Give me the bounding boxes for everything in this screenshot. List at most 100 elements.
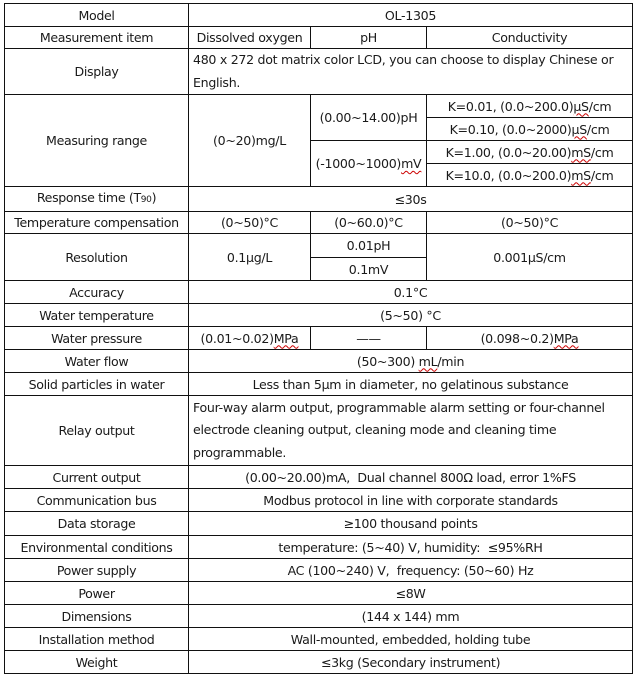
temp-comp-cond: (0~50)°C <box>425 211 634 234</box>
water-pressure-cond: (0.098~0.2)MPa <box>425 326 634 350</box>
cond-range-text: K=10.0, (0.0~200.0) <box>445 167 572 183</box>
accuracy-value: 0.1°C <box>187 280 634 304</box>
current-output-value: (0.00~20.00)mA, Dual channel 800Ω load, … <box>187 465 634 489</box>
value-unit: MPa <box>273 330 299 346</box>
table-row-installation: Installation method Wall-mounted, embedd… <box>4 627 634 651</box>
table-row-display: Display 480 x 272 dot matrix color LCD, … <box>4 48 634 95</box>
value-unit: MPa <box>553 330 579 346</box>
row-label: Power supply <box>4 558 189 582</box>
value-suffix: /min <box>437 353 465 369</box>
row-label: Measuring range <box>4 94 189 187</box>
cond-range-suffix: /cm <box>590 144 614 160</box>
table-row-relay-output: Relay output Four-way alarm output, prog… <box>4 395 634 466</box>
label-end: ) <box>151 190 157 205</box>
temp-comp-ph: (0~60.0)°C <box>310 211 427 234</box>
row-label: Weight <box>4 650 189 674</box>
spec-table: Model OL-1305 Measurement item Dissolved… <box>4 3 634 674</box>
cond-range-suffix: /cm <box>586 121 610 137</box>
row-label: Model <box>4 3 189 27</box>
row-label: Installation method <box>4 627 189 651</box>
installation-value: Wall-mounted, embedded, holding tube <box>187 627 634 651</box>
row-label: Response time (T90) <box>4 186 189 212</box>
row-label: Environmental conditions <box>4 535 189 559</box>
value-text: (0.01~0.02) <box>200 330 274 346</box>
resolution-cond: 0.001μS/cm <box>425 233 634 281</box>
temp-comp-do: (0~50)°C <box>188 211 311 234</box>
cond-range-unit: μS <box>573 98 589 114</box>
table-row-env-conditions: Environmental conditions temperature: (5… <box>4 535 634 559</box>
row-label: Solid particles in water <box>4 372 189 396</box>
row-label: Accuracy <box>4 280 189 304</box>
ph-range: (0.00~14.00)pH <box>310 94 427 141</box>
water-pressure-do: (0.01~0.02)MPa <box>188 326 311 350</box>
row-label: Communication bus <box>4 488 189 512</box>
cond-range-4: K=10.0, (0.0~200.0)mS/cm <box>425 163 634 187</box>
table-row-water-temp: Water temperature (5~50) °C <box>4 303 634 327</box>
dimensions-value: (144 x 144) mm <box>187 604 634 628</box>
row-label: Dimensions <box>4 604 189 628</box>
solid-particles-value: Less than 5μm in diameter, no gelatinous… <box>187 372 634 396</box>
row-label: Current output <box>4 465 189 489</box>
cond-range-text: K=0.01, (0.0~200.0) <box>447 98 574 114</box>
table-row-accuracy: Accuracy 0.1°C <box>4 280 634 304</box>
value-text: (0.098~0.2) <box>480 330 554 346</box>
table-row-model: Model OL-1305 <box>4 3 634 27</box>
relay-output-value: Four-way alarm output, programmable alar… <box>187 395 634 466</box>
cond-range-suffix: /cm <box>588 98 612 114</box>
cond-range-unit: μS <box>571 121 587 137</box>
cond-range-1: K=0.01, (0.0~200.0)μS/cm <box>425 94 634 118</box>
table-row-power: Power ≤8W <box>4 581 634 605</box>
col-conductivity: Conductivity <box>425 26 634 49</box>
table-row-temp-comp: Temperature compensation (0~50)°C (0~60.… <box>4 211 634 234</box>
table-row-water-pressure: Water pressure (0.01~0.02)MPa —— (0.098~… <box>4 326 634 350</box>
display-value: 480 x 272 dot matrix color LCD, you can … <box>187 48 634 95</box>
table-row-measurement-item: Measurement item Dissolved oxygen pH Con… <box>4 26 634 49</box>
table-row-weight: Weight ≤3kg (Secondary instrument) <box>4 650 634 674</box>
cond-range-2: K=0.10, (0.0~2000)μS/cm <box>425 117 634 141</box>
table-row-solid-particles: Solid particles in water Less than 5μm i… <box>4 372 634 396</box>
env-conditions-value: temperature: (5~40) V, humidity: ≤95%RH <box>187 535 634 559</box>
col-ph: pH <box>310 26 427 49</box>
label-text: Response time (T <box>36 190 141 205</box>
cond-range-suffix: /cm <box>590 167 614 183</box>
value-unit: mL <box>418 353 438 369</box>
water-temp-value: (5~50) °C <box>187 303 634 327</box>
row-label: Resolution <box>4 233 189 281</box>
table-row-response-time: Response time (T90) ≤30s <box>4 186 634 212</box>
row-label: Data storage <box>4 511 189 536</box>
col-dissolved-oxygen: Dissolved oxygen <box>188 26 311 49</box>
cond-range-text: K=1.00, (0.0~20.00) <box>445 144 572 160</box>
table-row-water-flow: Water flow (50~300) mL/min <box>4 349 634 373</box>
power-supply-value: AC (100~240) V, frequency: (50~60) Hz <box>187 558 634 582</box>
cond-range-unit: mS <box>571 144 591 160</box>
table-row-data-storage: Data storage ≥100 thousand points <box>4 511 634 536</box>
cond-range-text: K=0.10, (0.0~2000) <box>449 121 572 137</box>
resolution-mv: 0.1mV <box>310 257 427 281</box>
table-row-dimensions: Dimensions (144 x 144) mm <box>4 604 634 628</box>
label-subscript: 90 <box>140 195 152 205</box>
power-value: ≤8W <box>187 581 634 605</box>
table-row-comm-bus: Communication bus Modbus protocol in lin… <box>4 488 634 512</box>
resolution-ph: 0.01pH <box>310 233 427 258</box>
mv-range-unit: mV <box>401 156 422 171</box>
response-time-value: ≤30s <box>187 186 634 212</box>
cond-range-3: K=1.00, (0.0~20.00)mS/cm <box>425 140 634 164</box>
table-row-power-supply: Power supply AC (100~240) V, frequency: … <box>4 558 634 582</box>
mv-range: (-1000~1000)mV <box>310 140 427 187</box>
row-label: Relay output <box>4 395 189 466</box>
table-row-current-output: Current output (0.00~20.00)mA, Dual chan… <box>4 465 634 489</box>
row-label: Water pressure <box>4 326 189 350</box>
resolution-do: 0.1μg/L <box>188 233 311 281</box>
table-row-resolution: Resolution 0.1μg/L 0.01pH 0.001μS/cm <box>4 233 634 281</box>
water-pressure-ph: —— <box>310 326 427 350</box>
value-text: (50~300) <box>356 353 419 369</box>
weight-value: ≤3kg (Secondary instrument) <box>187 650 634 674</box>
comm-bus-value: Modbus protocol in line with corporate s… <box>187 488 634 512</box>
cond-range-unit: mS <box>571 167 591 183</box>
row-label: Water flow <box>4 349 189 373</box>
row-label: Water temperature <box>4 303 189 327</box>
row-label: Power <box>4 581 189 605</box>
model-value: OL-1305 <box>187 3 634 27</box>
data-storage-value: ≥100 thousand points <box>187 511 634 536</box>
table-row-measuring-range: Measuring range (0~20)mg/L (0.00~14.00)p… <box>4 94 634 187</box>
